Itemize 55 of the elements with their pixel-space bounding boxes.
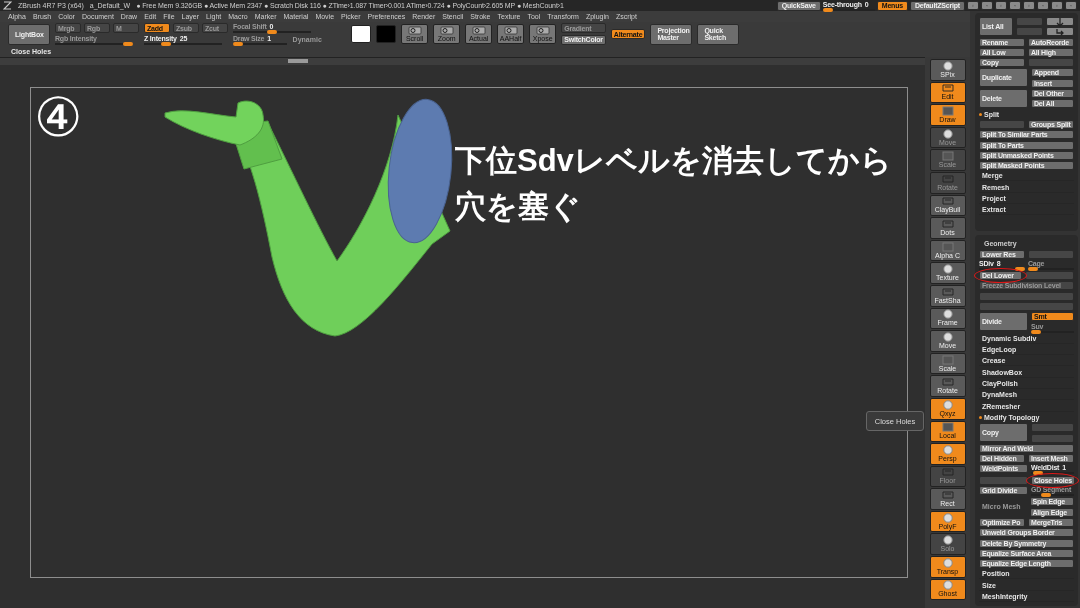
icon-button[interactable] [1037,1,1049,10]
tool-icon [535,25,550,35]
square-icon [940,106,955,116]
down-arrow-icon [1055,16,1066,27]
caption-text: 穴を塞ぐ [455,188,581,226]
frame-icon [940,173,955,184]
slider-thumb[interactable] [1015,266,1025,271]
color-swatch[interactable] [376,25,397,43]
frame-icon [940,467,955,478]
square-icon [940,241,955,252]
slider-track[interactable] [1031,494,1074,497]
sphere-icon [940,264,955,275]
tool-icon [471,25,486,35]
frame-icon [940,377,955,388]
square-icon [940,354,955,365]
icon-button[interactable] [967,1,979,10]
sphere-icon [940,580,955,591]
sphere-icon [940,128,955,139]
slider-thumb[interactable] [1032,471,1043,476]
sphere-icon [940,399,955,410]
icon-button[interactable] [981,1,993,10]
icon-button[interactable] [1046,17,1074,26]
frame-icon [940,286,955,297]
slider-thumb[interactable] [161,41,171,46]
icon-button[interactable] [1065,1,1077,10]
icon-button[interactable] [1009,1,1021,10]
tool-icon [407,25,422,35]
sphere-icon [940,557,955,568]
square-icon [940,151,955,162]
icon-button[interactable] [1046,27,1074,37]
logo-icon [3,1,12,10]
step-number: ④ [34,90,82,144]
icon-button[interactable] [995,1,1007,10]
slider-track[interactable] [1031,472,1074,475]
tool-icon [439,25,454,35]
sphere-icon [940,331,955,342]
frame-icon [940,218,955,229]
sphere-icon [940,309,955,320]
color-swatch[interactable] [351,25,372,43]
frame-icon [940,83,955,94]
slider-track[interactable] [979,267,1025,270]
icon-button[interactable] [1051,1,1063,10]
caption-text: 下位Sdvレベルを消去してから [455,142,892,180]
tool-icon [503,25,518,35]
square-icon [940,422,955,433]
sphere-icon [940,535,955,546]
turn-arrow-icon [1055,26,1066,38]
frame-icon [940,196,955,207]
icon-button[interactable] [1023,1,1035,10]
slider-thumb[interactable] [822,7,833,12]
frame-icon [940,490,955,501]
sphere-icon [940,512,955,523]
sphere-icon [940,60,955,71]
canvas-scrollbar[interactable] [0,58,925,65]
sphere-icon [940,444,955,455]
